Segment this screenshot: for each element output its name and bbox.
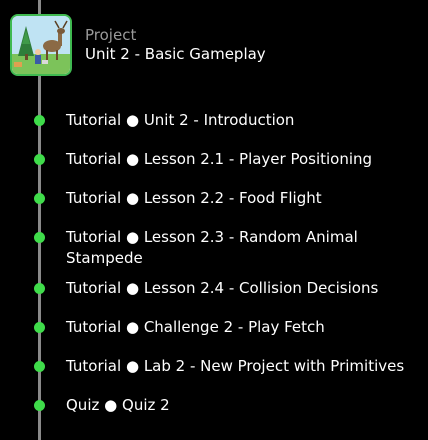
project-label: Project [85, 26, 137, 44]
list-item-label[interactable]: Quiz ● Quiz 2 [66, 395, 418, 416]
list-item-label[interactable]: Tutorial ● Challenge 2 - Play Fetch [66, 317, 418, 338]
list-item-label[interactable]: Tutorial ● Lesson 2.4 - Collision Decisi… [66, 278, 418, 299]
timeline-dot [34, 232, 45, 243]
timeline-dot [34, 283, 45, 294]
list-item-label[interactable]: Tutorial ● Lesson 2.2 - Food Flight [66, 188, 418, 209]
timeline-dot [34, 193, 45, 204]
list-item-label[interactable]: Tutorial ● Lab 2 - New Project with Prim… [66, 356, 418, 377]
list-item-label[interactable]: Tutorial ● Lesson 2.1 - Player Positioni… [66, 149, 418, 170]
list-item-label[interactable]: Tutorial ● Unit 2 - Introduction [66, 110, 418, 131]
game-scene-thumbnail-icon [12, 16, 70, 74]
project-header[interactable]: Project Unit 2 - Basic Gameplay [10, 14, 266, 76]
project-thumbnail[interactable] [10, 14, 72, 76]
project-title[interactable]: Unit 2 - Basic Gameplay [85, 45, 266, 64]
timeline-dot [34, 400, 45, 411]
timeline-dot [34, 115, 45, 126]
timeline-dot [34, 322, 45, 333]
timeline-dot [34, 361, 45, 372]
timeline-dot [34, 154, 45, 165]
list-item-label[interactable]: Tutorial ● Lesson 2.3 - Random Animal St… [66, 227, 366, 269]
